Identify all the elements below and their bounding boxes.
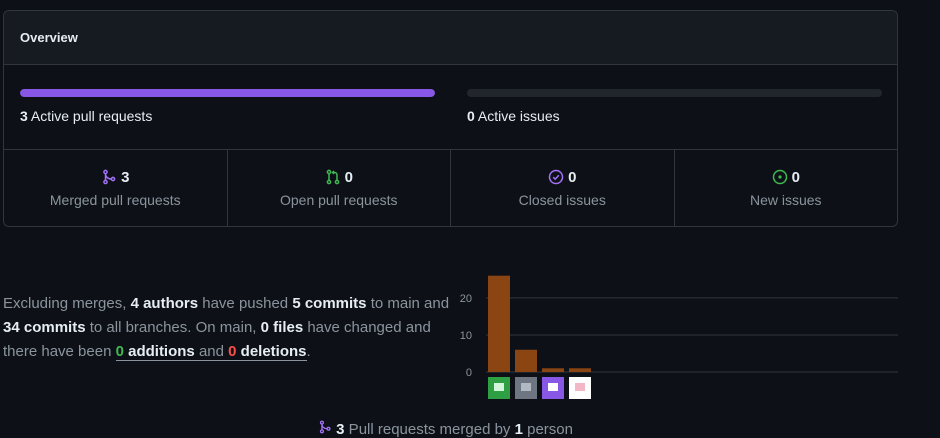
active-pull-requests-label[interactable]: 3 Active pull requests (20, 108, 152, 124)
additions-text: additions (123, 343, 195, 360)
stats-row: 3 Merged pull requests 0 Open pull reque… (4, 150, 897, 226)
commits-main-link[interactable]: 5 commits (292, 295, 366, 312)
overview-card: Overview 3 Active pull requests 0 Active… (3, 10, 898, 227)
active-issues-text: Active issues (477, 108, 560, 124)
deletions-text: deletions (236, 343, 307, 360)
footer-text: person (522, 421, 573, 438)
new-issues-label: New issues (749, 191, 822, 208)
bar (569, 368, 591, 372)
y-tick-label: 10 (460, 330, 472, 342)
stat-open-pull-requests[interactable]: 0 Open pull requests (228, 150, 451, 226)
summary-text: to main and (366, 295, 450, 312)
stat-merged-pull-requests[interactable]: 3 Merged pull requests (4, 150, 228, 226)
bar (542, 368, 564, 372)
stat-new-issues[interactable]: 0 New issues (675, 150, 898, 226)
authors-link[interactable]: 4 authors (131, 295, 199, 312)
merged-pr-icon (319, 420, 331, 434)
active-issues-count: 0 (467, 108, 475, 124)
new-issues-count: 0 (791, 168, 800, 186)
summary-text: Excluding merges, (3, 295, 131, 312)
summary-text: have pushed (198, 295, 293, 312)
pull-requests-progress-fill (20, 89, 435, 97)
active-pull-requests-text: Active pull requests (30, 108, 153, 124)
y-tick-label: 20 (460, 293, 472, 305)
closed-issues-label: Closed issues (518, 191, 606, 208)
closed-issues-count: 0 (568, 168, 577, 186)
open-pr-icon (326, 169, 339, 185)
stat-closed-issues[interactable]: 0 Closed issues (451, 150, 675, 226)
footer-pr-count: 3 (336, 421, 345, 438)
summary-text: . (306, 343, 311, 360)
commit-summary: Excluding merges, 4 authors have pushed … (3, 292, 453, 364)
author-avatar-pattern (575, 383, 585, 391)
progress-row: 3 Active pull requests 0 Active issues (4, 65, 897, 150)
footer-person-count: 1 (514, 421, 523, 438)
author-avatar-pattern (548, 383, 558, 391)
additions-count: 0 (115, 343, 124, 360)
merged-pr-count: 3 (121, 168, 130, 186)
bar (515, 349, 537, 372)
additions-deletions-link[interactable]: 0 additions and 0 deletions (115, 343, 307, 361)
author-avatar-pattern (494, 383, 504, 391)
pull-requests-progress-bar[interactable] (20, 89, 435, 97)
merged-by-footer: 3 Pull requests merged by 1 person (318, 420, 573, 438)
footer-text: Pull requests merged by (344, 421, 515, 438)
overview-title: Overview (4, 11, 897, 65)
bar (488, 275, 510, 372)
open-pr-count: 0 (344, 168, 353, 186)
files-link[interactable]: 0 files (261, 319, 304, 336)
new-issue-icon (772, 169, 787, 185)
summary-text: to all branches. On main, (85, 319, 261, 336)
commits-by-author-chart: 0 10 20 (460, 275, 898, 399)
author-avatar-pattern (521, 383, 531, 391)
active-issues-label[interactable]: 0 Active issues (467, 108, 560, 124)
commits-all-link[interactable]: 34 commits (3, 319, 86, 336)
deletions-count: 0 (228, 343, 237, 360)
merged-pr-icon (103, 169, 116, 185)
summary-text: and (194, 343, 229, 360)
closed-issue-icon (548, 169, 564, 185)
issues-progress-bar[interactable] (467, 89, 882, 97)
active-pull-requests-count: 3 (20, 108, 28, 124)
open-pr-label: Open pull requests (279, 191, 398, 208)
merged-pr-label: Merged pull requests (49, 191, 181, 208)
y-tick-label: 0 (466, 367, 472, 379)
